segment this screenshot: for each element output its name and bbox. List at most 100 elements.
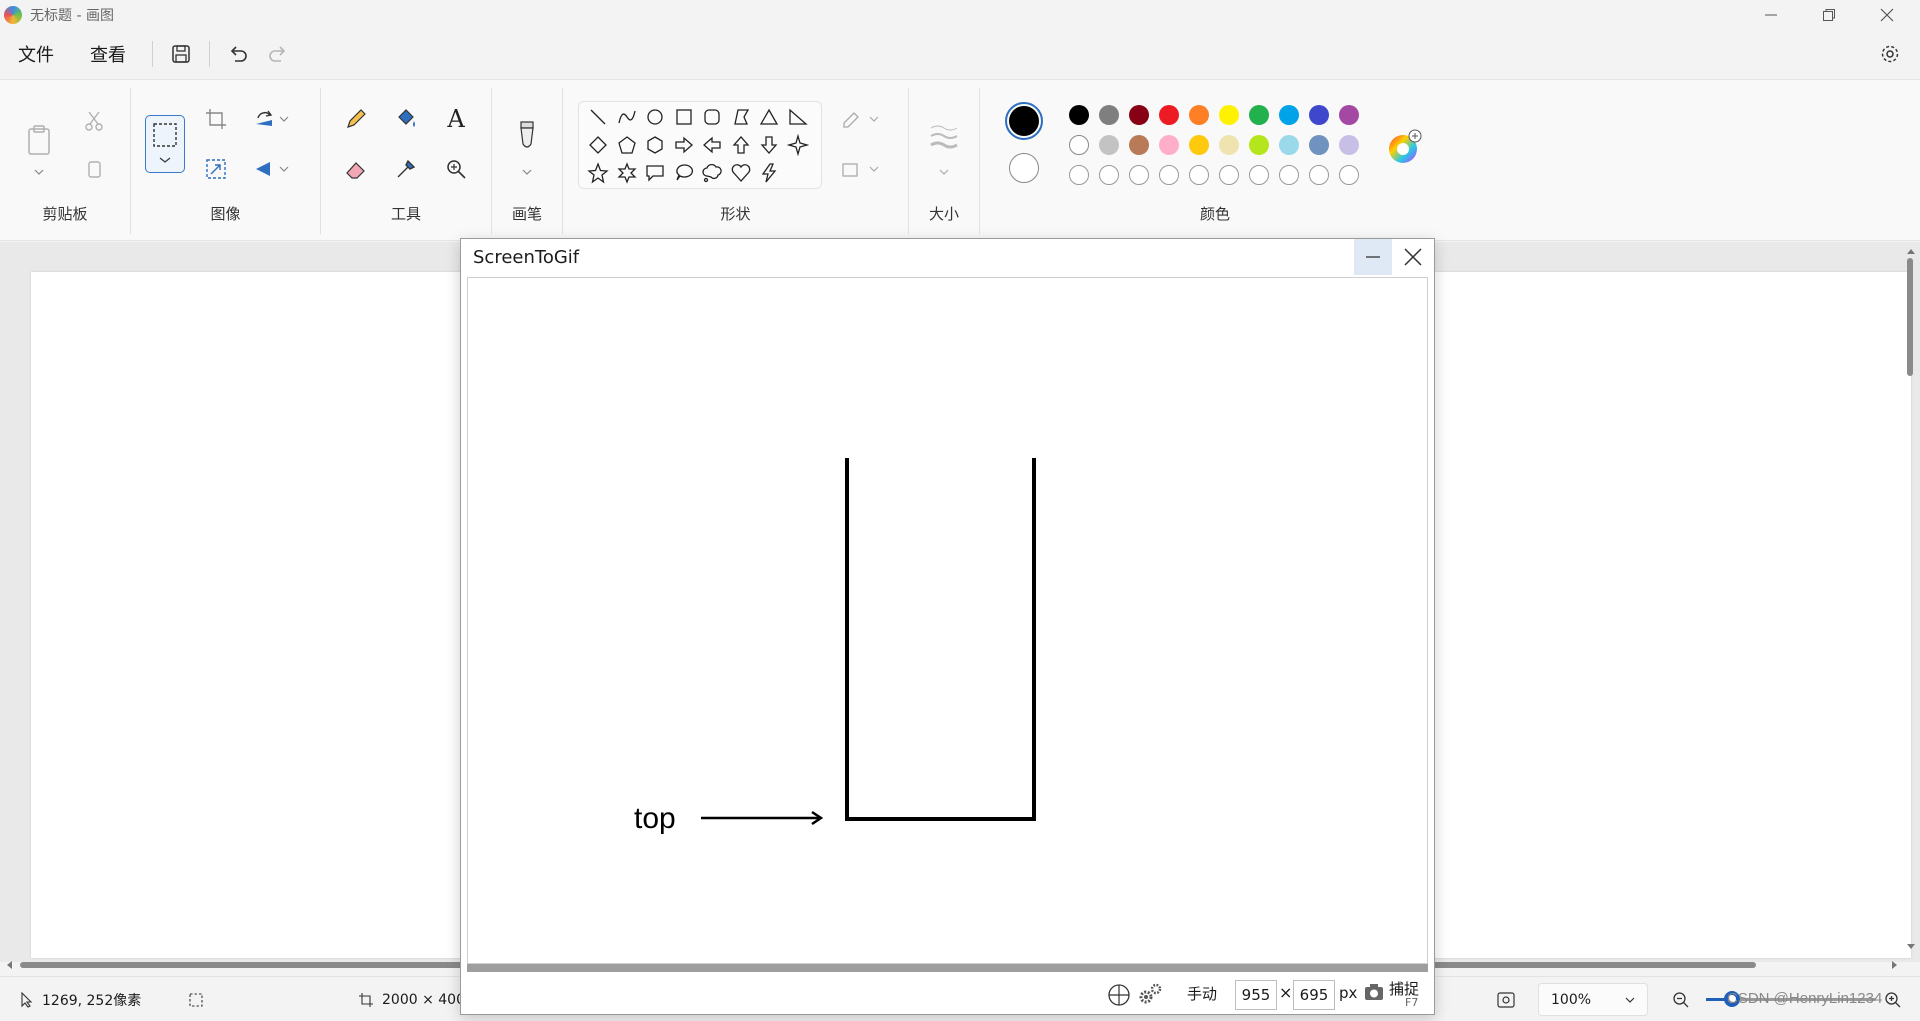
size-dropdown[interactable] — [927, 162, 961, 182]
rounded-rectangle-shape-button[interactable] — [699, 104, 725, 130]
curve-shape-button[interactable] — [614, 104, 640, 130]
paste-dropdown[interactable] — [22, 162, 56, 182]
eraser-button[interactable] — [339, 152, 373, 186]
shapes-gallery[interactable] — [578, 101, 822, 189]
color-swatch[interactable] — [1309, 135, 1329, 155]
cloud-callout-shape-button[interactable] — [699, 160, 725, 186]
text-button[interactable]: A — [439, 102, 473, 136]
fill-shape-button[interactable] — [837, 152, 883, 186]
copy-button[interactable] — [77, 152, 111, 186]
zoom-in-button[interactable] — [1884, 977, 1902, 1021]
line-shape-button[interactable] — [585, 104, 611, 130]
diamond-shape-button[interactable] — [585, 132, 611, 158]
custom-color-slot[interactable] — [1219, 165, 1239, 185]
color-picker-button[interactable] — [389, 152, 423, 186]
color-swatch[interactable] — [1249, 105, 1269, 125]
polygon-shape-button[interactable] — [728, 104, 754, 130]
oval-shape-button[interactable] — [642, 104, 668, 130]
paste-button[interactable] — [22, 118, 56, 162]
custom-color-slot[interactable] — [1099, 165, 1119, 185]
zoom-select[interactable]: 100% — [1538, 983, 1648, 1016]
menu-view[interactable]: 查看 — [72, 41, 144, 67]
hexagon-shape-button[interactable] — [642, 132, 668, 158]
crop-button[interactable] — [199, 102, 233, 136]
fill-button[interactable] — [389, 102, 423, 136]
color-swatch[interactable] — [1069, 105, 1089, 125]
rectangle-shape-button[interactable] — [671, 104, 697, 130]
five-point-star-shape-button[interactable] — [585, 160, 611, 186]
color-swatch[interactable] — [1309, 105, 1329, 125]
custom-color-slot[interactable] — [1159, 165, 1179, 185]
fit-to-window-button[interactable] — [1496, 977, 1516, 1021]
menu-file[interactable]: 文件 — [0, 41, 72, 67]
restore-button[interactable] — [1800, 0, 1858, 30]
secondary-color-button[interactable] — [1009, 153, 1039, 183]
capture-mode[interactable]: 手动 — [1187, 983, 1217, 1004]
flip-dropdown[interactable] — [276, 152, 292, 186]
color-swatch[interactable] — [1129, 135, 1149, 155]
custom-color-slot[interactable] — [1249, 165, 1269, 185]
color-swatch[interactable] — [1189, 105, 1209, 125]
color-swatch[interactable] — [1339, 105, 1359, 125]
color-swatch[interactable] — [1189, 135, 1209, 155]
color-swatch[interactable] — [1069, 135, 1089, 155]
pencil-button[interactable] — [339, 102, 373, 136]
brushes-dropdown[interactable] — [510, 162, 544, 182]
custom-color-slot[interactable] — [1279, 165, 1299, 185]
crosshair-button[interactable] — [1107, 983, 1131, 1011]
triangle-shape-button[interactable] — [756, 104, 782, 130]
color-swatch[interactable] — [1099, 135, 1119, 155]
custom-color-slot[interactable] — [1189, 165, 1209, 185]
color-swatch[interactable] — [1219, 105, 1239, 125]
width-input[interactable]: 955 — [1235, 980, 1277, 1010]
right-arrow-shape-button[interactable] — [671, 132, 697, 158]
color-swatch[interactable] — [1339, 135, 1359, 155]
up-arrow-shape-button[interactable] — [728, 132, 754, 158]
resize-button[interactable] — [199, 152, 233, 186]
select-button[interactable] — [145, 115, 185, 173]
four-point-star-shape-button[interactable] — [785, 132, 811, 158]
color-swatch[interactable] — [1159, 135, 1179, 155]
height-input[interactable]: 695 — [1293, 980, 1335, 1010]
color-swatch[interactable] — [1279, 135, 1299, 155]
settings-button[interactable] — [1870, 34, 1910, 74]
brushes-button[interactable] — [510, 115, 544, 159]
color-swatch[interactable] — [1279, 105, 1299, 125]
custom-color-slot[interactable] — [1339, 165, 1359, 185]
color-swatch[interactable] — [1159, 105, 1179, 125]
options-button[interactable] — [1137, 982, 1163, 1012]
color-swatch[interactable] — [1099, 105, 1119, 125]
custom-color-slot[interactable] — [1309, 165, 1329, 185]
size-button[interactable] — [927, 115, 961, 159]
cut-button[interactable] — [77, 104, 111, 138]
color-swatch[interactable] — [1219, 135, 1239, 155]
save-button[interactable] — [161, 34, 201, 74]
capture-button[interactable]: 捕捉 F7 — [1363, 976, 1425, 1010]
magnifier-button[interactable] — [439, 152, 473, 186]
pentagon-shape-button[interactable] — [614, 132, 640, 158]
rotate-dropdown[interactable] — [276, 102, 292, 136]
color-swatch[interactable] — [1249, 135, 1269, 155]
down-arrow-shape-button[interactable] — [756, 132, 782, 158]
vertical-scroll-thumb[interactable] — [1907, 258, 1913, 376]
heart-shape-button[interactable] — [728, 160, 754, 186]
outline-button[interactable] — [837, 102, 883, 136]
close-button[interactable] — [1858, 0, 1916, 30]
minimize-button[interactable] — [1742, 0, 1800, 30]
oval-callout-shape-button[interactable] — [671, 160, 697, 186]
redo-button[interactable] — [258, 34, 298, 74]
rect-callout-shape-button[interactable] — [642, 160, 668, 186]
right-triangle-shape-button[interactable] — [785, 104, 811, 130]
custom-color-slot[interactable] — [1129, 165, 1149, 185]
left-arrow-shape-button[interactable] — [699, 132, 725, 158]
lightning-shape-button[interactable] — [756, 160, 782, 186]
six-point-star-shape-button[interactable] — [614, 160, 640, 186]
custom-color-slot[interactable] — [1069, 165, 1089, 185]
screentogif-close-button[interactable] — [1392, 239, 1434, 275]
primary-color-button[interactable] — [1005, 102, 1043, 140]
zoom-out-button[interactable] — [1672, 977, 1690, 1021]
undo-button[interactable] — [218, 34, 258, 74]
screentogif-minimize-button[interactable] — [1354, 239, 1392, 275]
color-swatch[interactable] — [1129, 105, 1149, 125]
edit-colors-button[interactable] — [1386, 129, 1422, 165]
